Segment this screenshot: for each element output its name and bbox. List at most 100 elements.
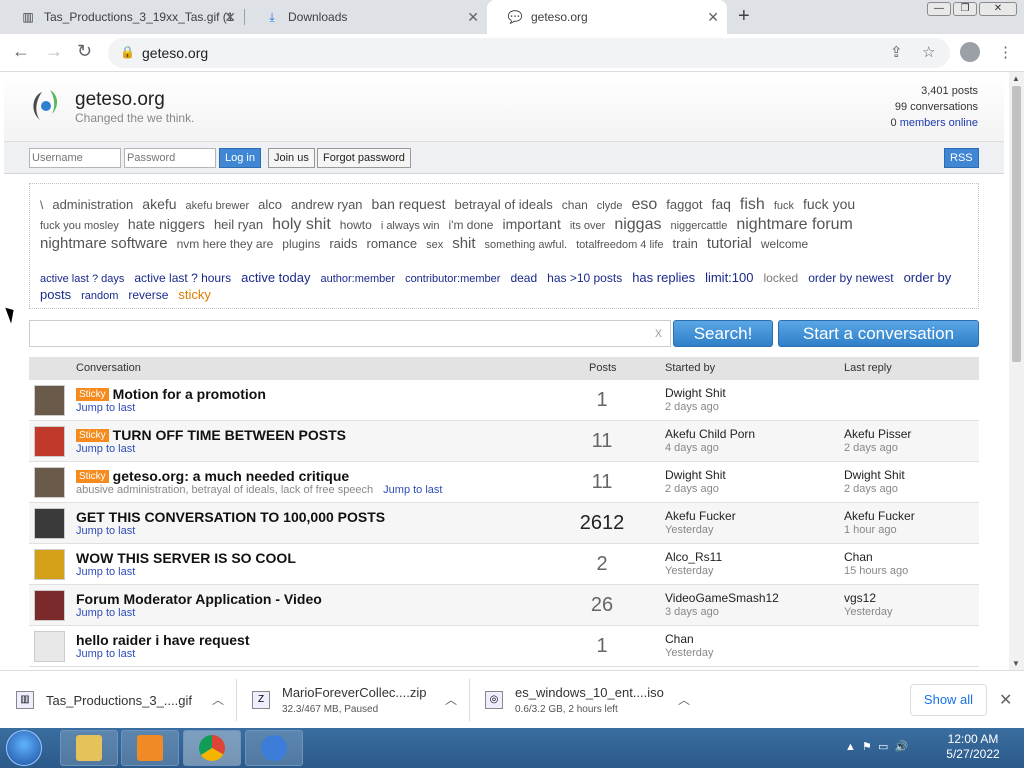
profile-avatar-icon[interactable] bbox=[960, 42, 980, 62]
taskbar-explorer[interactable] bbox=[60, 730, 118, 766]
gambit-link[interactable]: active today bbox=[241, 270, 310, 285]
tag-link[interactable]: important bbox=[502, 216, 560, 232]
system-tray[interactable]: ▲ ⚑ ▭ 🔊 bbox=[845, 740, 908, 753]
gambit-link[interactable]: has >10 posts bbox=[547, 271, 622, 285]
clear-search-icon[interactable]: x bbox=[655, 324, 662, 340]
tab-close-icon[interactable]: ✕ bbox=[224, 9, 236, 26]
starter-name[interactable]: Akefu Fucker bbox=[665, 509, 736, 523]
last-reply-user[interactable]: vgs12 bbox=[844, 591, 893, 605]
tag-link[interactable]: akefu bbox=[142, 196, 176, 212]
gambit-link[interactable]: order by newest bbox=[808, 271, 893, 285]
tag-link[interactable]: alco bbox=[258, 197, 282, 212]
table-row[interactable]: Sticky TURN OFF TIME BETWEEN POSTS Jump t… bbox=[29, 421, 979, 462]
chevron-up-icon[interactable]: ︿ bbox=[445, 691, 457, 708]
taskbar-clock[interactable]: 12:00 AM 5/27/2022 bbox=[934, 732, 1012, 762]
last-reply-user[interactable]: Akefu Fucker bbox=[844, 509, 915, 523]
conversation-title-text[interactable]: hello raider i have request bbox=[76, 632, 250, 648]
tab-close-icon[interactable]: ✕ bbox=[707, 9, 719, 26]
tag-link[interactable]: niggas bbox=[614, 216, 661, 233]
tag-link[interactable]: sex bbox=[426, 239, 443, 251]
avatar[interactable] bbox=[34, 508, 65, 539]
gambit-link[interactable]: dead bbox=[510, 271, 537, 285]
search-input[interactable]: x bbox=[29, 320, 671, 347]
login-button[interactable]: Log in bbox=[219, 148, 261, 168]
forgot-password-button[interactable]: Forgot password bbox=[317, 148, 411, 168]
tag-link[interactable]: nightmare software bbox=[40, 235, 168, 252]
tag-link[interactable]: holy shit bbox=[272, 216, 331, 233]
start-conversation-button[interactable]: Start a conversation bbox=[778, 320, 979, 347]
chevron-up-icon[interactable]: ︿ bbox=[678, 691, 690, 708]
tag-link[interactable]: andrew ryan bbox=[291, 197, 363, 212]
starter-name[interactable]: Dwight Shit bbox=[665, 386, 726, 400]
conversation-title-text[interactable]: TURN OFF TIME BETWEEN POSTS bbox=[113, 427, 346, 443]
conversation-title-text[interactable]: geteso.org: a much needed critique bbox=[113, 468, 350, 484]
gambit-link[interactable]: active last ? days bbox=[40, 273, 124, 285]
lock-icon[interactable]: 🔒 bbox=[120, 45, 135, 59]
chevron-up-icon[interactable]: ︿ bbox=[212, 691, 224, 708]
last-reply-user[interactable]: Chan bbox=[844, 550, 908, 564]
gambit-link[interactable]: contributor:member bbox=[405, 273, 500, 285]
avatar[interactable] bbox=[34, 385, 65, 416]
table-row[interactable]: Sticky geteso.org: a much needed critique… bbox=[29, 462, 979, 503]
tag-link[interactable]: its over bbox=[570, 220, 605, 232]
tag-link[interactable]: chan bbox=[562, 198, 588, 212]
scroll-up-icon[interactable]: ▲ bbox=[1012, 74, 1020, 83]
download-item[interactable]: ◎ es_windows_10_ent....iso 0.6/3.2 GB, 2… bbox=[469, 671, 702, 729]
table-row[interactable]: Forum Moderator Application - Video Jump… bbox=[29, 585, 979, 626]
reload-icon[interactable]: ↻ bbox=[77, 41, 92, 62]
jump-to-last-link[interactable]: Jump to last bbox=[76, 525, 135, 537]
header-conversation[interactable]: Conversation bbox=[76, 362, 141, 374]
last-reply-user[interactable]: Akefu Pisser bbox=[844, 427, 911, 441]
tab-geteso[interactable]: 💬 geteso.org ✕ bbox=[487, 0, 727, 34]
jump-to-last-link[interactable]: Jump to last bbox=[76, 402, 135, 414]
tag-link[interactable]: raids bbox=[329, 236, 357, 251]
close-shelf-icon[interactable]: ✕ bbox=[999, 690, 1012, 710]
table-row[interactable]: hello raider i have request Jump to last… bbox=[29, 626, 979, 667]
conversation-title-text[interactable]: Motion for a promotion bbox=[113, 386, 266, 402]
taskbar-media[interactable] bbox=[121, 730, 179, 766]
avatar[interactable] bbox=[34, 631, 65, 662]
members-online-link[interactable]: members online bbox=[900, 117, 978, 129]
avatar[interactable] bbox=[34, 549, 65, 580]
conversation-title[interactable]: Sticky Motion for a promotion bbox=[76, 386, 266, 402]
table-row[interactable]: GET THIS CONVERSATION TO 100,000 POSTS J… bbox=[29, 503, 979, 544]
conversation-title[interactable]: Sticky geteso.org: a much needed critique bbox=[76, 468, 349, 484]
tag-link[interactable]: niggercattle bbox=[670, 220, 727, 232]
tag-link[interactable]: fish bbox=[740, 196, 765, 213]
tag-link[interactable]: shit bbox=[452, 235, 475, 252]
gambit-link[interactable]: locked bbox=[764, 271, 799, 285]
new-tab-button[interactable]: + bbox=[738, 5, 750, 28]
jump-to-last-link[interactable]: Jump to last bbox=[76, 607, 135, 619]
tab-close-icon[interactable]: ✕ bbox=[467, 9, 479, 26]
tag-link[interactable]: welcome bbox=[761, 237, 808, 251]
tag-link[interactable]: something awful. bbox=[485, 239, 568, 251]
tag-link[interactable]: eso bbox=[631, 196, 657, 213]
tag-link[interactable]: betrayal of ideals bbox=[454, 197, 552, 212]
conversation-title[interactable]: Forum Moderator Application - Video bbox=[76, 591, 322, 607]
search-button[interactable]: Search! bbox=[673, 320, 773, 347]
gambit-link[interactable]: has replies bbox=[632, 270, 695, 285]
tag-link[interactable]: \ bbox=[40, 198, 43, 212]
gambit-link[interactable]: random bbox=[81, 290, 118, 302]
rss-button[interactable]: RSS bbox=[944, 148, 979, 168]
taskbar-chrome[interactable] bbox=[183, 730, 241, 766]
tag-link[interactable]: plugins bbox=[282, 237, 320, 251]
tag-link[interactable]: akefu brewer bbox=[186, 200, 250, 212]
tag-link[interactable]: nightmare forum bbox=[736, 216, 853, 233]
tag-link[interactable]: i always win bbox=[381, 220, 440, 232]
avatar[interactable] bbox=[34, 467, 65, 498]
tag-link[interactable]: ban request bbox=[372, 196, 446, 212]
table-row[interactable]: Sticky Motion for a promotion Jump to las… bbox=[29, 380, 979, 421]
tag-link[interactable]: administration bbox=[52, 197, 133, 212]
tag-link[interactable]: faggot bbox=[666, 197, 702, 212]
bookmark-star-icon[interactable]: ☆ bbox=[922, 43, 935, 61]
tag-link[interactable]: i'm done bbox=[449, 218, 494, 232]
scroll-down-icon[interactable]: ▼ bbox=[1012, 659, 1020, 668]
tag-link[interactable]: fuck you mosley bbox=[40, 220, 119, 232]
gambit-link[interactable]: reverse bbox=[128, 288, 168, 302]
address-bar[interactable]: 🔒 geteso.org bbox=[108, 38, 950, 68]
tag-link[interactable]: train bbox=[673, 236, 698, 251]
conversation-title[interactable]: Sticky TURN OFF TIME BETWEEN POSTS bbox=[76, 427, 346, 443]
tag-link[interactable]: tutorial bbox=[707, 235, 752, 252]
table-row[interactable]: WOW THIS SERVER IS SO COOL Jump to last … bbox=[29, 544, 979, 585]
